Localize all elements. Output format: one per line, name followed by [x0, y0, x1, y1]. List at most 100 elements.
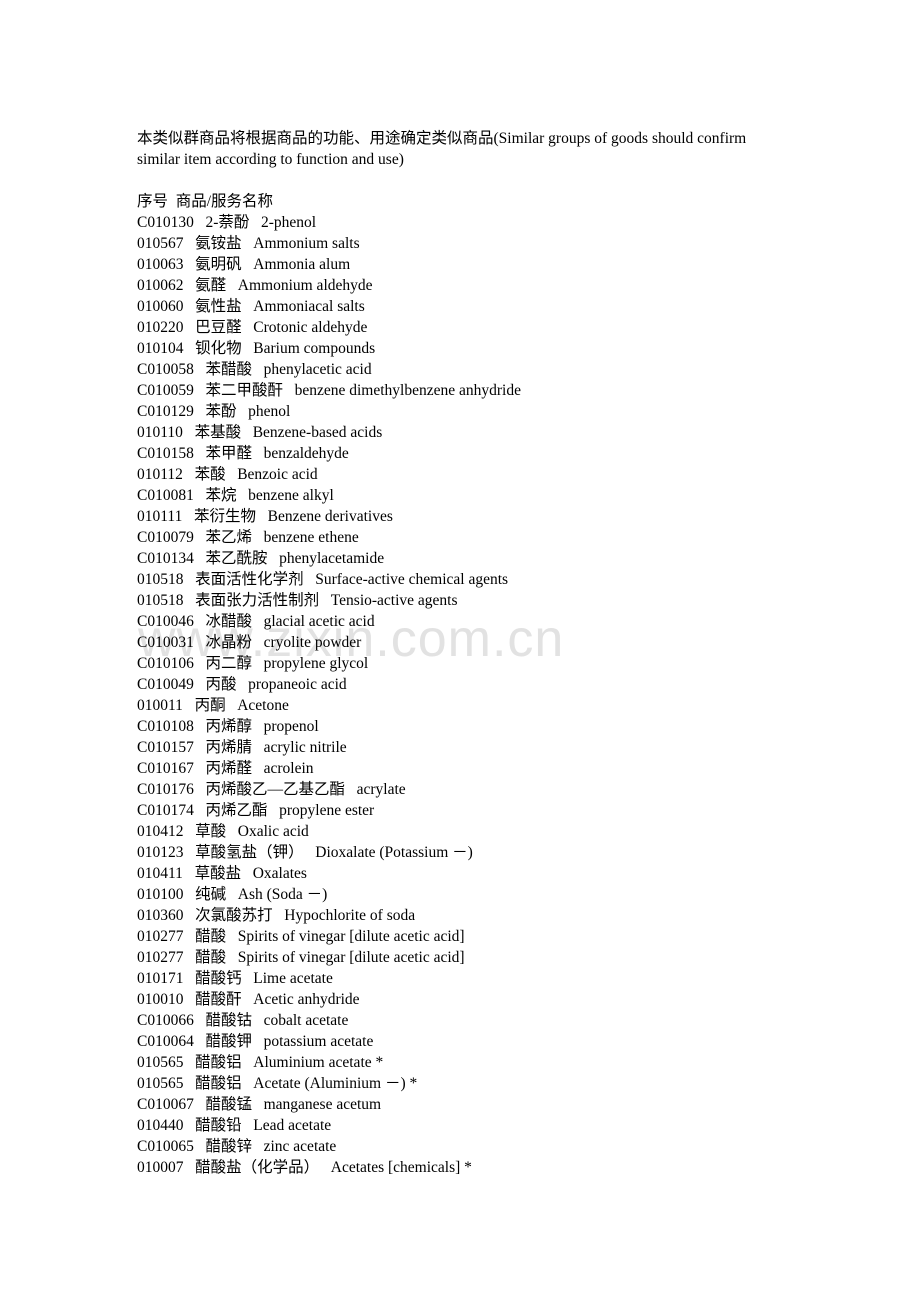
- entry-row: 010411 草酸盐 Oxalates: [137, 863, 877, 884]
- entry-row: C010064 醋酸钾 potassium acetate: [137, 1031, 877, 1052]
- entry-name-cn: 丙二醇: [205, 655, 252, 672]
- entry-code: C010058: [137, 361, 194, 378]
- entry-name-en: 2-phenol: [261, 214, 317, 231]
- entry-code: 010360: [137, 907, 184, 924]
- entry-name-cn: 醋酸钾: [205, 1033, 252, 1050]
- entry-row: C010106 丙二醇 propylene glycol: [137, 653, 877, 674]
- entry-name-cn: 氨明矾: [195, 256, 242, 273]
- entry-code: C010174: [137, 802, 194, 819]
- entry-code: C010176: [137, 781, 194, 798]
- entry-name-en: Acetate (Aluminium －) *: [253, 1075, 418, 1092]
- entry-code: 010123: [137, 844, 184, 861]
- entry-name-en: Spirits of vinegar [dilute acetic acid]: [237, 949, 465, 966]
- entry-name-cn: 苯烷: [205, 487, 237, 504]
- entry-name-cn: 苯醋酸: [205, 361, 252, 378]
- entry-name-cn: 丙烯醛: [205, 760, 252, 777]
- entry-code: C010031: [137, 634, 194, 651]
- entry-name-en: Acetone: [237, 697, 289, 714]
- entry-name-en: Tensio-active agents: [330, 592, 458, 609]
- entry-name-en: cryolite powder: [263, 634, 362, 651]
- goods-entry-list: C010130 2-萘酚 2-phenol 010567 氨铵盐 Ammonium…: [137, 212, 877, 1178]
- entry-code: 010518: [137, 571, 184, 588]
- entry-row: 010060 氨性盐 Ammoniacal salts: [137, 296, 877, 317]
- entry-row: 010063 氨明矾 Ammonia alum: [137, 254, 877, 275]
- entry-name-cn: 丙酸: [205, 676, 237, 693]
- entry-name-en: Lime acetate: [253, 970, 333, 987]
- entry-name-cn: 醋酸钙: [195, 970, 242, 987]
- entry-code: 010412: [137, 823, 184, 840]
- entry-name-en: phenylacetamide: [279, 550, 385, 567]
- entry-row: 010111 苯衍生物 Benzene derivatives: [137, 506, 877, 527]
- entry-name-cn: 苯乙酰胺: [205, 550, 268, 567]
- entry-code: C010129: [137, 403, 194, 420]
- entry-code: C010134: [137, 550, 194, 567]
- entry-name-en: benzene alkyl: [248, 487, 334, 504]
- entry-code: C010157: [137, 739, 194, 756]
- entry-name-en: Barium compounds: [253, 340, 376, 357]
- entry-name-en: benzene dimethylbenzene anhydride: [294, 382, 521, 399]
- entry-name-en: Aluminium acetate *: [253, 1054, 384, 1071]
- entry-name-en: zinc acetate: [263, 1138, 337, 1155]
- entry-code: 010277: [137, 928, 184, 945]
- entry-code: 010110: [137, 424, 183, 441]
- entry-code: C010059: [137, 382, 194, 399]
- entry-code: C010049: [137, 676, 194, 693]
- entry-name-en: Ammoniacal salts: [253, 298, 365, 315]
- entry-name-cn: 苯基酸: [194, 424, 242, 441]
- document-page: 本类似群商品将根据商品的功能、用途确定类似商品(Similar groups o…: [0, 0, 920, 1302]
- entry-code: C010108: [137, 718, 194, 735]
- entry-row: C010167 丙烯醛 acrolein: [137, 758, 877, 779]
- entry-name-en: Oxalates: [252, 865, 307, 882]
- entry-name-en: benzene ethene: [263, 529, 359, 546]
- entry-name-cn: 氨铵盐: [195, 235, 242, 252]
- entry-row: 010360 次氯酸苏打 Hypochlorite of soda: [137, 905, 877, 926]
- entry-name-en: propylene glycol: [263, 655, 369, 672]
- entry-name-en: potassium acetate: [263, 1033, 374, 1050]
- entry-code: 010440: [137, 1117, 184, 1134]
- entry-code: 010518: [137, 592, 184, 609]
- entry-name-cn: 草酸盐: [194, 865, 242, 882]
- intro-paragraph: 本类似群商品将根据商品的功能、用途确定类似商品(Similar groups o…: [137, 129, 747, 168]
- entry-name-cn: 2-萘酚: [205, 214, 250, 231]
- entry-name-en: Ash (Soda －): [237, 886, 328, 903]
- entry-row: 010440 醋酸铅 Lead acetate: [137, 1115, 877, 1136]
- entry-name-cn: 醋酸锰: [205, 1096, 252, 1113]
- entry-name-cn: 氨醛: [195, 277, 227, 294]
- entry-code: C010130: [137, 214, 194, 231]
- entry-row: 010007 醋酸盐（化学品） Acetates [chemicals] *: [137, 1157, 877, 1178]
- entry-name-cn: 冰晶粉: [205, 634, 252, 651]
- entry-name-en: Lead acetate: [253, 1117, 332, 1134]
- entry-row: 010518 表面活性化学剂 Surface-active chemical a…: [137, 569, 877, 590]
- entry-name-cn: 醋酸铝: [195, 1054, 242, 1071]
- entry-code: 010104: [137, 340, 184, 357]
- entry-row: C010108 丙烯醇 propenol: [137, 716, 877, 737]
- entry-row: 010565 醋酸铝 Acetate (Aluminium －) *: [137, 1073, 877, 1094]
- entry-name-en: acrylate: [356, 781, 406, 798]
- entry-name-en: Acetic anhydride: [253, 991, 360, 1008]
- entry-row: C010130 2-萘酚 2-phenol: [137, 212, 877, 233]
- entry-row: 010112 苯酸 Benzoic acid: [137, 464, 877, 485]
- entry-name-en: glacial acetic acid: [263, 613, 375, 630]
- entry-code: 010171: [137, 970, 184, 987]
- entry-name-en: Ammonia alum: [253, 256, 351, 273]
- entry-code: 010567: [137, 235, 184, 252]
- entry-row: 010277 醋酸 Spirits of vinegar [dilute ace…: [137, 947, 877, 968]
- entry-name-cn: 草酸氢盐（钾）: [195, 844, 304, 861]
- entry-name-cn: 醋酸铅: [195, 1117, 242, 1134]
- entry-row: 010123 草酸氢盐（钾） Dioxalate (Potassium －): [137, 842, 877, 863]
- entry-row: 010518 表面张力活性制剂 Tensio-active agents: [137, 590, 877, 611]
- entry-code: C010067: [137, 1096, 194, 1113]
- entry-row: 010567 氨铵盐 Ammonium salts: [137, 233, 877, 254]
- entry-name-en: cobalt acetate: [263, 1012, 349, 1029]
- entry-row: C010066 醋酸钴 cobalt acetate: [137, 1010, 877, 1031]
- entry-name-en: acrylic nitrile: [263, 739, 347, 756]
- entry-row: C010046 冰醋酸 glacial acetic acid: [137, 611, 877, 632]
- entry-name-cn: 表面张力活性制剂: [195, 592, 320, 609]
- entry-name-cn: 钡化物: [195, 340, 242, 357]
- entry-name-cn: 苯甲醛: [205, 445, 252, 462]
- entry-name-cn: 巴豆醛: [195, 319, 242, 336]
- entry-name-en: Dioxalate (Potassium －): [315, 844, 473, 861]
- entry-name-cn: 次氯酸苏打: [195, 907, 273, 924]
- entry-code: 010411: [137, 865, 183, 882]
- entry-code: 010007: [137, 1159, 184, 1176]
